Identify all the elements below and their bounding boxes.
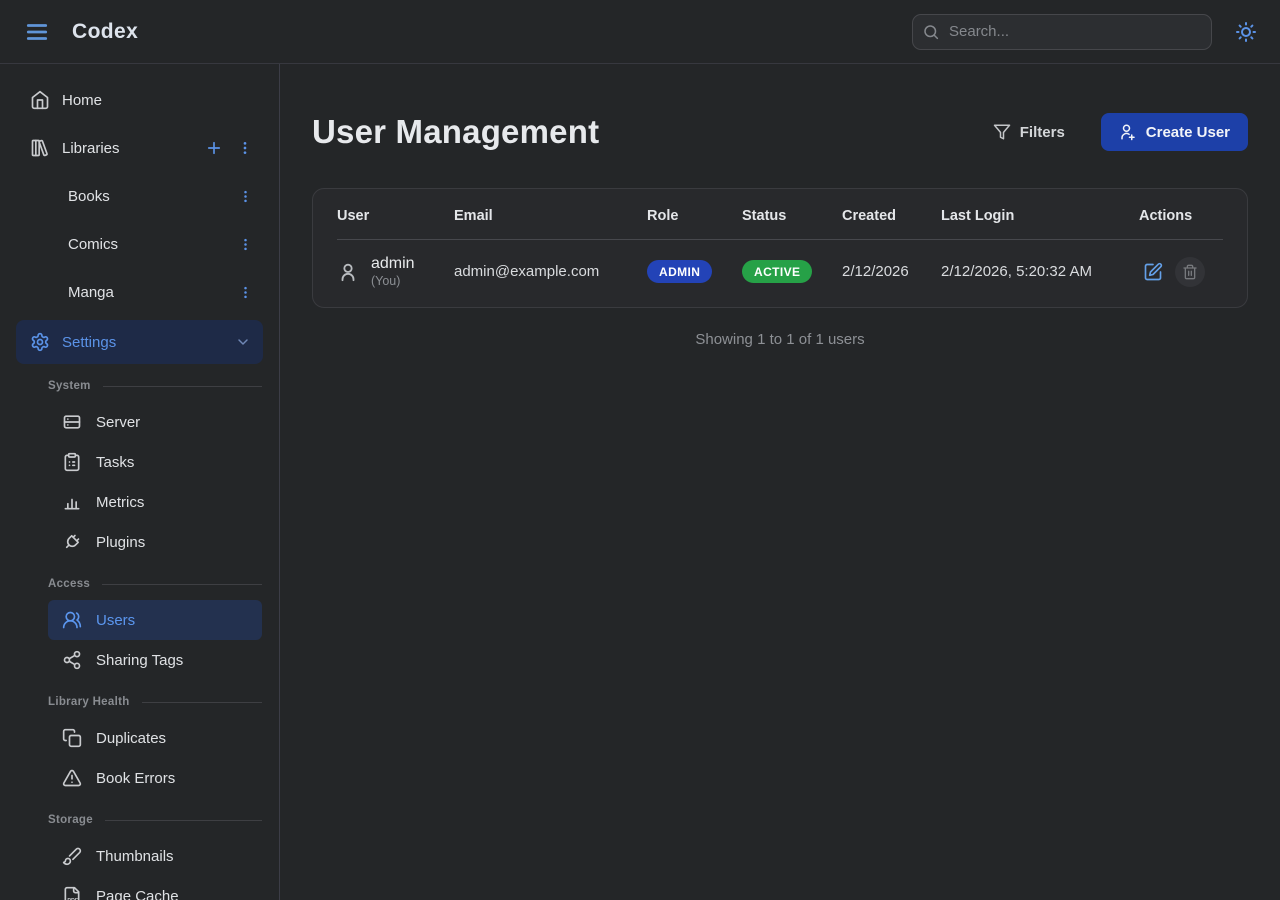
search-container	[912, 14, 1212, 50]
sidebar-item-server[interactable]: Server	[0, 402, 279, 442]
user-email: admin@example.com	[454, 263, 599, 280]
status-badge: ACTIVE	[742, 260, 812, 283]
edit-icon	[1143, 262, 1163, 282]
sidebar-section-system: System	[48, 376, 262, 396]
col-header-user: User	[337, 189, 454, 240]
sidebar-item-label: Comics	[68, 236, 118, 253]
filters-button[interactable]: Filters	[993, 123, 1065, 141]
sidebar-item-label: Page Cache	[96, 888, 179, 900]
col-header-last-login: Last Login	[941, 189, 1139, 240]
sidebar-item-label: Users	[96, 612, 135, 629]
pagination-summary: Showing 1 to 1 of 1 users	[312, 331, 1248, 348]
username: admin	[371, 254, 415, 273]
sun-icon[interactable]	[1232, 18, 1260, 46]
sidebar-item-comics[interactable]: Comics	[0, 220, 279, 268]
sidebar-item-plugins[interactable]: Plugins	[0, 522, 279, 562]
username-note: (You)	[371, 273, 415, 289]
sidebar-item-page-cache[interactable]: PDF Page Cache	[0, 876, 279, 900]
top-bar: Codex	[0, 0, 1280, 64]
libraries-kebab-icon[interactable]	[235, 138, 255, 158]
create-user-label: Create User	[1146, 124, 1230, 141]
pdf-file-icon: PDF	[62, 886, 82, 900]
users-table: User Email Role Status Created Last Logi…	[337, 189, 1223, 307]
copy-icon	[62, 728, 82, 748]
section-title: Access	[48, 578, 90, 590]
section-title: Library Health	[48, 696, 130, 708]
section-title: Storage	[48, 814, 93, 826]
sidebar-item-metrics[interactable]: Metrics	[0, 482, 279, 522]
edit-user-button[interactable]	[1139, 258, 1167, 286]
books-kebab-icon[interactable]	[236, 187, 255, 206]
create-user-button[interactable]: Create User	[1101, 113, 1248, 151]
col-header-actions: Actions	[1139, 189, 1223, 240]
search-input[interactable]	[912, 14, 1212, 50]
sidebar-item-label: Books	[68, 188, 110, 205]
col-header-email: Email	[454, 189, 647, 240]
users-table-card: User Email Role Status Created Last Logi…	[312, 188, 1248, 308]
sidebar-section-library-health: Library Health	[48, 692, 262, 712]
sidebar-item-manga[interactable]: Manga	[0, 268, 279, 316]
sidebar-section-access: Access	[48, 574, 262, 594]
sidebar-item-users[interactable]: Users	[48, 600, 262, 640]
sidebar-item-thumbnails[interactable]: Thumbnails	[0, 836, 279, 876]
funnel-icon	[993, 123, 1011, 141]
sidebar-item-label: Tasks	[96, 454, 134, 471]
filters-label: Filters	[1020, 124, 1065, 141]
app-title: Codex	[72, 20, 138, 44]
col-header-role: Role	[647, 189, 742, 240]
sidebar-item-label: Manga	[68, 284, 114, 301]
gear-icon	[30, 332, 50, 352]
sidebar-item-label: Book Errors	[96, 770, 175, 787]
search-icon	[922, 23, 940, 41]
comics-kebab-icon[interactable]	[236, 235, 255, 254]
sidebar-section-storage: Storage	[48, 810, 262, 830]
sidebar-item-settings[interactable]: Settings	[16, 320, 263, 364]
table-header-row: User Email Role Status Created Last Logi…	[337, 189, 1223, 240]
alert-triangle-icon	[62, 768, 82, 788]
sidebar-item-label: Metrics	[96, 494, 144, 511]
library-icon	[30, 138, 50, 158]
clipboard-icon	[62, 452, 82, 472]
table-row: admin (You) admin@example.com ADMIN ACTI…	[337, 240, 1223, 308]
user-plus-icon	[1119, 123, 1137, 141]
sidebar-item-tasks[interactable]: Tasks	[0, 442, 279, 482]
col-header-created: Created	[842, 189, 941, 240]
users-icon	[62, 610, 82, 630]
manga-kebab-icon[interactable]	[236, 283, 255, 302]
sidebar-item-label: Thumbnails	[96, 848, 174, 865]
sidebar-item-label: Settings	[62, 334, 116, 351]
plug-icon	[62, 532, 82, 552]
col-header-status: Status	[742, 189, 842, 240]
main-content: User Management Filters Create User	[280, 64, 1280, 900]
add-library-plus-icon[interactable]	[203, 137, 225, 159]
section-title: System	[48, 380, 91, 392]
menu-icon[interactable]	[20, 15, 54, 49]
sidebar-item-label: Home	[62, 92, 102, 109]
sidebar-item-books[interactable]: Books	[0, 172, 279, 220]
role-badge: ADMIN	[647, 260, 712, 283]
sidebar-item-label: Libraries	[62, 140, 120, 157]
user-avatar-icon	[337, 261, 359, 283]
home-icon	[30, 90, 50, 110]
brush-icon	[62, 846, 82, 866]
page-title: User Management	[312, 113, 599, 151]
sidebar-item-label: Plugins	[96, 534, 145, 551]
created-date: 2/12/2026	[842, 263, 909, 280]
sidebar-item-libraries[interactable]: Libraries	[0, 124, 279, 172]
bar-chart-icon	[62, 492, 82, 512]
trash-icon	[1182, 264, 1198, 280]
server-icon	[62, 412, 82, 432]
sidebar-item-label: Server	[96, 414, 140, 431]
chevron-down-icon	[235, 334, 251, 350]
share-icon	[62, 650, 82, 670]
sidebar-item-sharing-tags[interactable]: Sharing Tags	[0, 640, 279, 680]
sidebar-item-home[interactable]: Home	[0, 76, 279, 124]
sidebar-item-label: Sharing Tags	[96, 652, 183, 669]
last-login-date: 2/12/2026, 5:20:32 AM	[941, 263, 1092, 280]
sidebar-item-duplicates[interactable]: Duplicates	[0, 718, 279, 758]
sidebar-item-book-errors[interactable]: Book Errors	[0, 758, 279, 798]
delete-user-button[interactable]	[1175, 257, 1205, 287]
sidebar: Home Libraries Books Comics	[0, 64, 280, 900]
sidebar-item-label: Duplicates	[96, 730, 166, 747]
